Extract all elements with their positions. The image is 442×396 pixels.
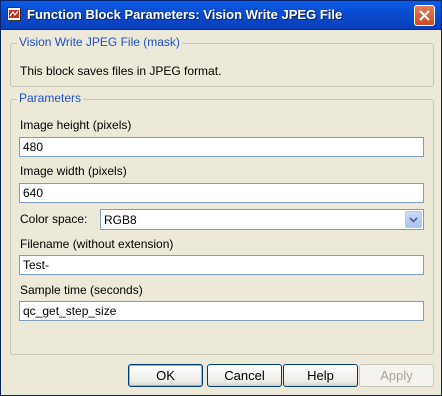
close-icon xyxy=(419,10,430,21)
image-width-input[interactable]: 640 xyxy=(19,183,424,203)
sample-time-label: Sample time (seconds) xyxy=(20,283,143,297)
dialog-window: Function Block Parameters: Vision Write … xyxy=(0,0,442,396)
color-space-value: RGB8 xyxy=(104,213,137,227)
color-space-dropdown-button[interactable] xyxy=(405,211,422,228)
help-button[interactable]: Help xyxy=(283,364,358,387)
cancel-button[interactable]: Cancel xyxy=(207,364,282,387)
apply-button[interactable]: Apply xyxy=(359,364,434,387)
image-width-label: Image width (pixels) xyxy=(20,164,127,178)
image-height-label: Image height (pixels) xyxy=(20,118,132,132)
filename-input[interactable]: Test- xyxy=(19,255,424,275)
chevron-down-icon xyxy=(409,217,418,223)
close-button[interactable] xyxy=(414,5,435,26)
description-group-legend: Vision Write JPEG File (mask) xyxy=(17,35,182,49)
ok-button[interactable]: OK xyxy=(128,364,203,387)
simulink-block-icon xyxy=(7,7,21,21)
color-space-select[interactable]: RGB8 xyxy=(100,209,424,230)
filename-label: Filename (without extension) xyxy=(20,237,174,251)
description-group: Vision Write JPEG File (mask) This block… xyxy=(10,35,434,87)
parameters-group-legend: Parameters xyxy=(17,91,84,105)
block-description: This block saves files in JPEG format. xyxy=(20,64,222,78)
title-bar[interactable]: Function Block Parameters: Vision Write … xyxy=(1,1,441,30)
sample-time-input[interactable]: qc_get_step_size xyxy=(19,301,424,321)
window-title: Function Block Parameters: Vision Write … xyxy=(27,7,343,22)
image-height-input[interactable]: 480 xyxy=(19,137,424,157)
color-space-label: Color space: xyxy=(20,212,88,226)
